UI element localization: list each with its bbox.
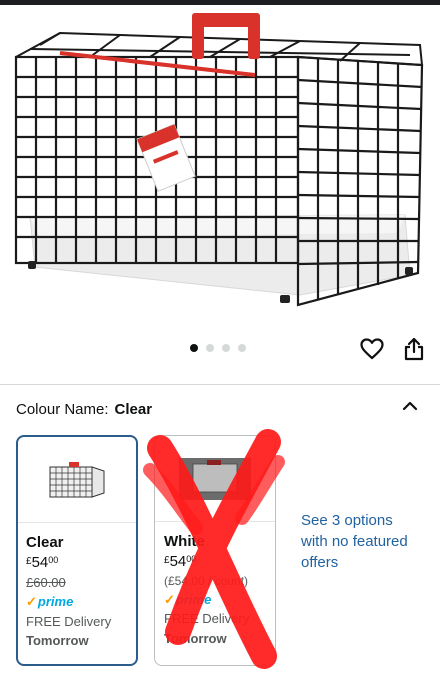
- delivery-date: Tomorrow: [164, 630, 227, 646]
- unit-price: (£54.00 / count): [164, 573, 249, 588]
- colour-selected-value: Clear: [114, 401, 153, 418]
- variation-thumbnail: [155, 436, 275, 522]
- variation-card-white[interactable]: White £5400 (£54.00 / count) ✓ prime FREE…: [154, 435, 276, 666]
- variation-card-clear[interactable]: Clear £5400 £60.00 ✓ prime FREE Delivery …: [16, 435, 138, 666]
- gallery-dots: [190, 344, 246, 352]
- product-image[interactable]: [0, 5, 440, 330]
- colour-label: Colour Name:: [16, 401, 109, 418]
- colour-selector-header: Colour Name: Clear: [16, 401, 152, 418]
- share-button[interactable]: [401, 336, 427, 362]
- see-more-options-link[interactable]: See 3 options with no featured offers: [301, 510, 411, 573]
- section-divider: [0, 384, 440, 385]
- variation-price: £5400: [164, 553, 197, 571]
- delivery-text: FREE Delivery: [26, 613, 112, 629]
- wishlist-button[interactable]: [359, 336, 385, 362]
- prime-check-icon: ✓: [26, 594, 37, 610]
- heart-icon: [360, 338, 384, 360]
- gallery-dot[interactable]: [206, 344, 214, 352]
- share-icon: [404, 337, 424, 361]
- delivery-text: FREE Delivery: [164, 611, 250, 627]
- variation-price: £5400: [26, 554, 59, 572]
- gallery-dot-active[interactable]: [190, 344, 198, 352]
- variation-thumbnail: [18, 437, 136, 523]
- variation-name: Clear: [26, 534, 64, 551]
- gallery-dot[interactable]: [238, 344, 246, 352]
- gallery-dot[interactable]: [222, 344, 230, 352]
- prime-check-icon: ✓: [164, 591, 175, 607]
- was-price: £60.00: [26, 574, 66, 590]
- prime-badge: ✓ prime: [26, 592, 136, 612]
- chevron-up-icon: [402, 401, 418, 411]
- delivery-date: Tomorrow: [26, 633, 89, 649]
- variation-name: White: [164, 533, 205, 550]
- prime-badge: ✓ prime: [164, 590, 275, 610]
- cage-illustration: [14, 13, 424, 307]
- collapse-button[interactable]: [400, 398, 420, 414]
